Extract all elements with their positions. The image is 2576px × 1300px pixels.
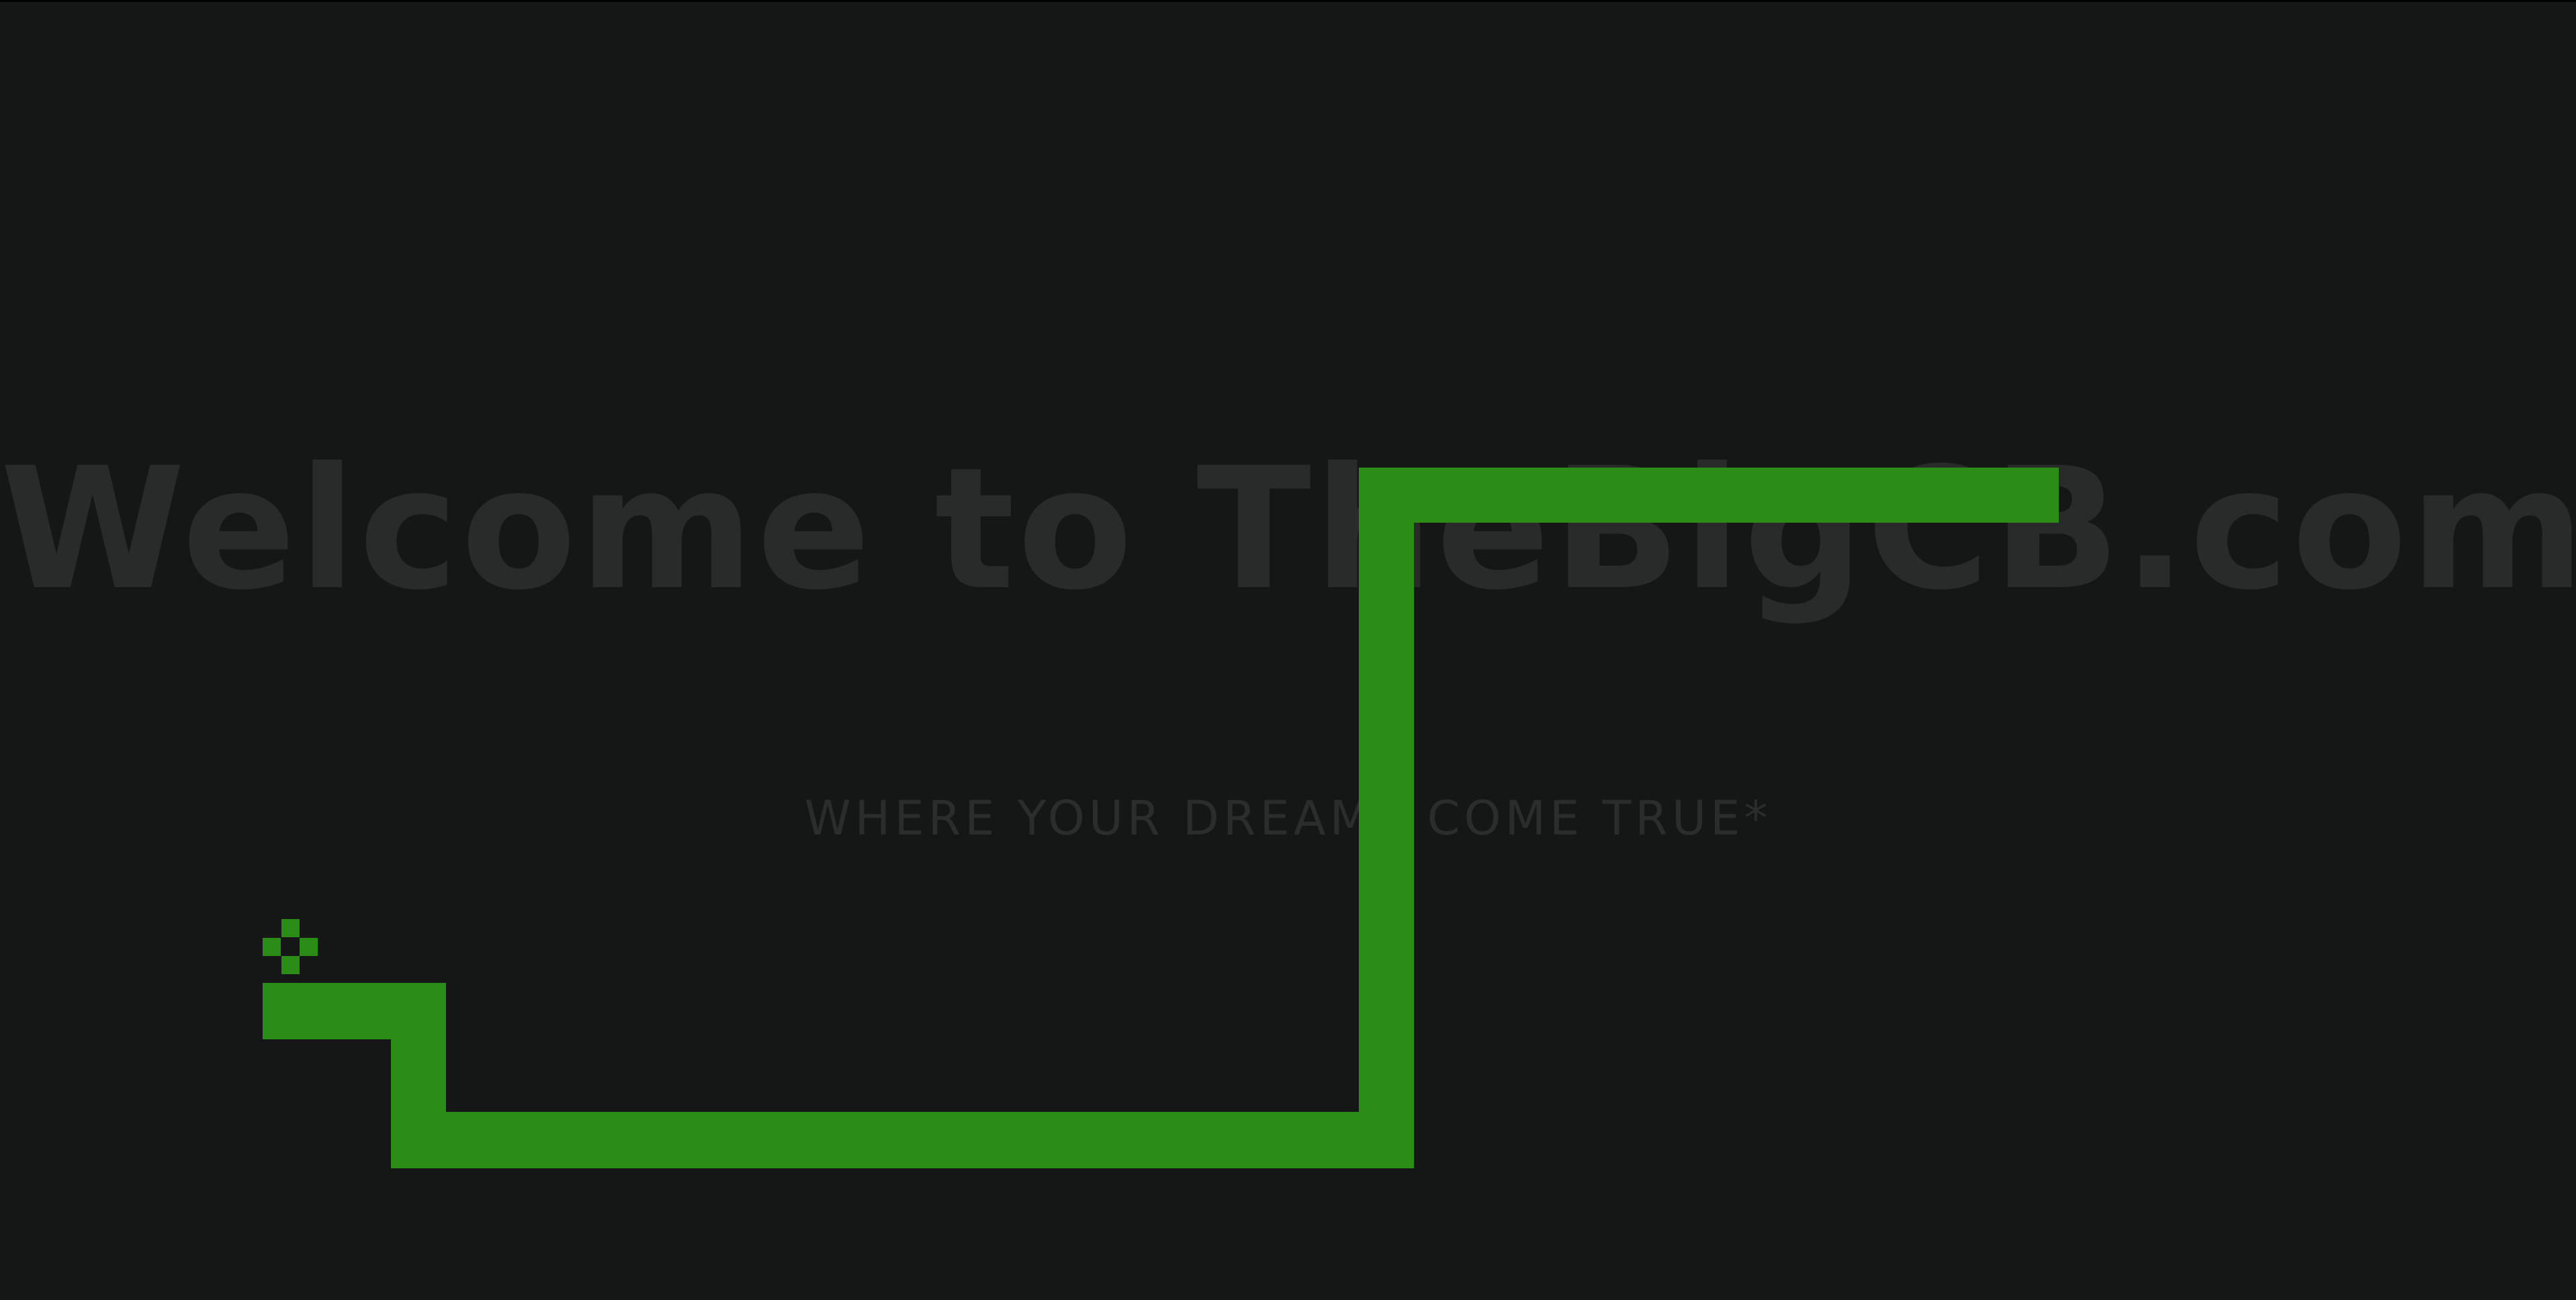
snake-segment bbox=[391, 1112, 1414, 1168]
plus-pixel-icon bbox=[263, 919, 318, 974]
page: Welcome to TheBigCB.com WHERE YOUR DREAM… bbox=[0, 0, 2576, 1300]
snake-segment bbox=[1359, 468, 2059, 523]
snake-game-board[interactable] bbox=[0, 2, 2576, 1300]
snake-segment bbox=[1359, 468, 1414, 1168]
